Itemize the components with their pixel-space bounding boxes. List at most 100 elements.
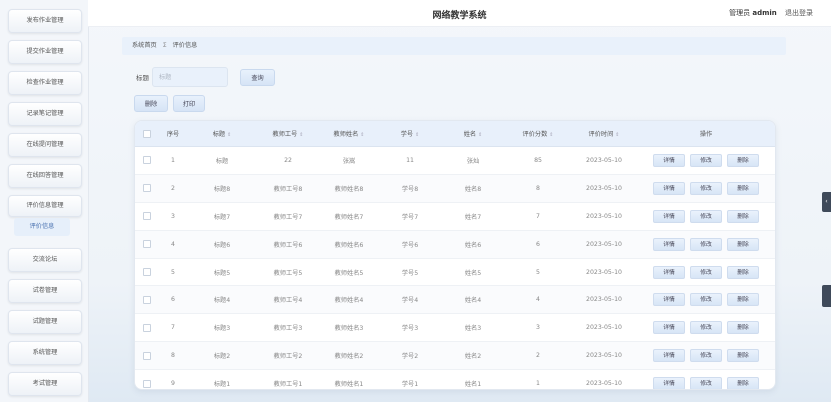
header: 网络教学系统 管理员 admin 退出登录 xyxy=(88,0,831,27)
delete-button[interactable]: 删除 xyxy=(727,265,759,279)
detail-button[interactable]: 详情 xyxy=(653,349,685,363)
sort-arrows-icon[interactable]: ⇕ xyxy=(549,132,553,138)
column-header[interactable]: 学号 ⇕ xyxy=(379,121,441,147)
sort-arrows-icon[interactable]: ⇕ xyxy=(478,132,482,138)
sidebar-item[interactable]: 系统管理 xyxy=(8,341,82,365)
sort-arrows-icon[interactable]: ⇕ xyxy=(227,132,231,138)
sidebar-item[interactable]: 提交作业管理 xyxy=(8,40,82,64)
sidebar-item[interactable]: 考试管理 xyxy=(8,372,82,396)
row-checkbox[interactable] xyxy=(143,156,151,165)
sidebar-item[interactable]: 评价信息管理 xyxy=(8,195,82,217)
column-header[interactable]: 教师姓名 ⇕ xyxy=(319,121,379,147)
column-header[interactable]: 标题 ⇕ xyxy=(187,121,257,147)
table-row: 1 标题 22 张嵩 11 张灿 85 2023-05-10 详情 修改 删除 xyxy=(135,146,775,175)
detail-button[interactable]: 详情 xyxy=(653,153,685,167)
sort-arrows-icon[interactable]: ⇕ xyxy=(615,132,619,138)
detail-button[interactable]: 详情 xyxy=(653,293,685,307)
table-cell: 教师姓名6 xyxy=(319,230,379,259)
detail-button[interactable]: 详情 xyxy=(653,321,685,335)
table-cell: 标题 xyxy=(187,146,257,175)
table-row: 7 标题3 教师工号3 教师姓名3 学号3 姓名3 3 2023-05-10 详情 修改 删除 xyxy=(135,313,775,343)
print-button[interactable]: 打印 xyxy=(173,95,205,112)
sidebar-subitem-evaluation[interactable]: 评价信息 xyxy=(14,218,70,236)
sidebar-item[interactable]: 检查作业管理 xyxy=(8,71,82,95)
table-cell: 1 xyxy=(505,369,571,389)
row-actions: 详情 修改 删除 xyxy=(637,153,775,167)
user-info: 管理员 admin 退出登录 xyxy=(729,8,813,18)
delete-button[interactable]: 删除 xyxy=(727,181,759,195)
table-cell: 标题1 xyxy=(187,369,257,389)
table-cell: 学号1 xyxy=(379,369,441,389)
column-header[interactable]: 评价时间 ⇕ xyxy=(571,121,637,147)
sort-arrows-icon[interactable]: ⇕ xyxy=(415,132,419,138)
delete-button[interactable]: 删除 xyxy=(727,321,759,335)
sidebar-item[interactable]: 试题管理 xyxy=(8,310,82,334)
search-input[interactable] xyxy=(152,67,228,87)
row-checkbox[interactable] xyxy=(143,240,151,249)
edit-button[interactable]: 修改 xyxy=(690,349,722,363)
row-checkbox[interactable] xyxy=(143,268,151,276)
sort-arrows-icon[interactable]: ⇕ xyxy=(299,132,303,138)
query-button[interactable]: 查询 xyxy=(240,69,275,86)
table-row: 3 标题7 教师工号7 教师姓名7 学号7 姓名7 7 2023-05-10 详情 修改 删除 xyxy=(135,202,775,231)
table-cell: 教师姓名7 xyxy=(319,202,379,231)
column-header[interactable]: 姓名 ⇕ xyxy=(441,121,505,147)
sort-arrows-icon[interactable]: ⇕ xyxy=(360,132,364,138)
edit-button[interactable]: 修改 xyxy=(690,209,722,223)
edit-button[interactable]: 修改 xyxy=(690,293,722,307)
table-cell: 学号7 xyxy=(379,202,441,231)
table-cell: 2 xyxy=(505,341,571,371)
column-header[interactable]: 评价分数 ⇕ xyxy=(505,121,571,147)
sidebar-item[interactable]: 发布作业管理 xyxy=(8,9,82,33)
row-actions-cell: 详情 修改 删除 xyxy=(637,174,775,203)
edit-button[interactable]: 修改 xyxy=(690,321,722,335)
sidebar-item[interactable]: 记录笔记管理 xyxy=(8,102,82,126)
delete-button[interactable]: 删除 xyxy=(727,237,759,251)
select-all-checkbox[interactable] xyxy=(135,121,159,147)
sidebar-item[interactable]: 交流论坛 xyxy=(8,248,82,272)
row-checkbox-cell xyxy=(135,202,159,231)
row-checkbox[interactable] xyxy=(143,184,151,193)
row-checkbox[interactable] xyxy=(143,295,151,304)
edit-button[interactable]: 修改 xyxy=(690,377,722,389)
edit-button[interactable]: 修改 xyxy=(690,237,722,251)
breadcrumb-home[interactable]: 系统首页 xyxy=(132,42,157,49)
table-cell: 2023-05-10 xyxy=(571,369,637,389)
table-cell: 4 xyxy=(505,285,571,315)
row-actions-cell: 详情 修改 删除 xyxy=(637,230,775,259)
row-checkbox-cell xyxy=(135,341,159,371)
table-cell: 学号5 xyxy=(379,258,441,287)
column-header[interactable]: 教师工号 ⇕ xyxy=(257,121,319,147)
table-cell: 8 xyxy=(159,341,187,371)
side-panel-tab[interactable] xyxy=(822,285,831,307)
delete-button[interactable]: 删除 xyxy=(727,349,759,363)
sidebar-item[interactable]: 在线回答管理 xyxy=(8,164,82,188)
edit-button[interactable]: 修改 xyxy=(690,181,722,195)
detail-button[interactable]: 详情 xyxy=(653,209,685,223)
row-checkbox[interactable] xyxy=(143,212,151,221)
checkbox-icon[interactable] xyxy=(143,129,151,138)
row-checkbox[interactable] xyxy=(143,351,151,360)
logout-link[interactable]: 退出登录 xyxy=(785,9,813,17)
sidebar-item[interactable]: 试卷管理 xyxy=(8,279,82,303)
row-checkbox[interactable] xyxy=(143,379,151,388)
row-checkbox-cell xyxy=(135,369,159,389)
delete-button[interactable]: 删除 xyxy=(727,293,759,307)
edit-button[interactable]: 修改 xyxy=(690,153,722,167)
table-cell: 教师姓名1 xyxy=(319,369,379,389)
detail-button[interactable]: 详情 xyxy=(653,377,685,389)
delete-button[interactable]: 删除 xyxy=(727,209,759,223)
detail-button[interactable]: 详情 xyxy=(653,237,685,251)
row-actions: 详情 修改 删除 xyxy=(637,237,775,251)
chevron-left-icon[interactable]: ‹ xyxy=(822,192,831,212)
detail-button[interactable]: 详情 xyxy=(653,265,685,279)
batch-delete-button[interactable]: 删除 xyxy=(134,95,168,112)
table-cell: 教师姓名2 xyxy=(319,341,379,371)
delete-button[interactable]: 删除 xyxy=(727,377,759,389)
detail-button[interactable]: 详情 xyxy=(653,181,685,195)
sidebar-item[interactable]: 在线提问管理 xyxy=(8,133,82,157)
table-cell: 标题2 xyxy=(187,341,257,371)
row-checkbox[interactable] xyxy=(143,323,151,332)
delete-button[interactable]: 删除 xyxy=(727,153,759,167)
edit-button[interactable]: 修改 xyxy=(690,265,722,279)
